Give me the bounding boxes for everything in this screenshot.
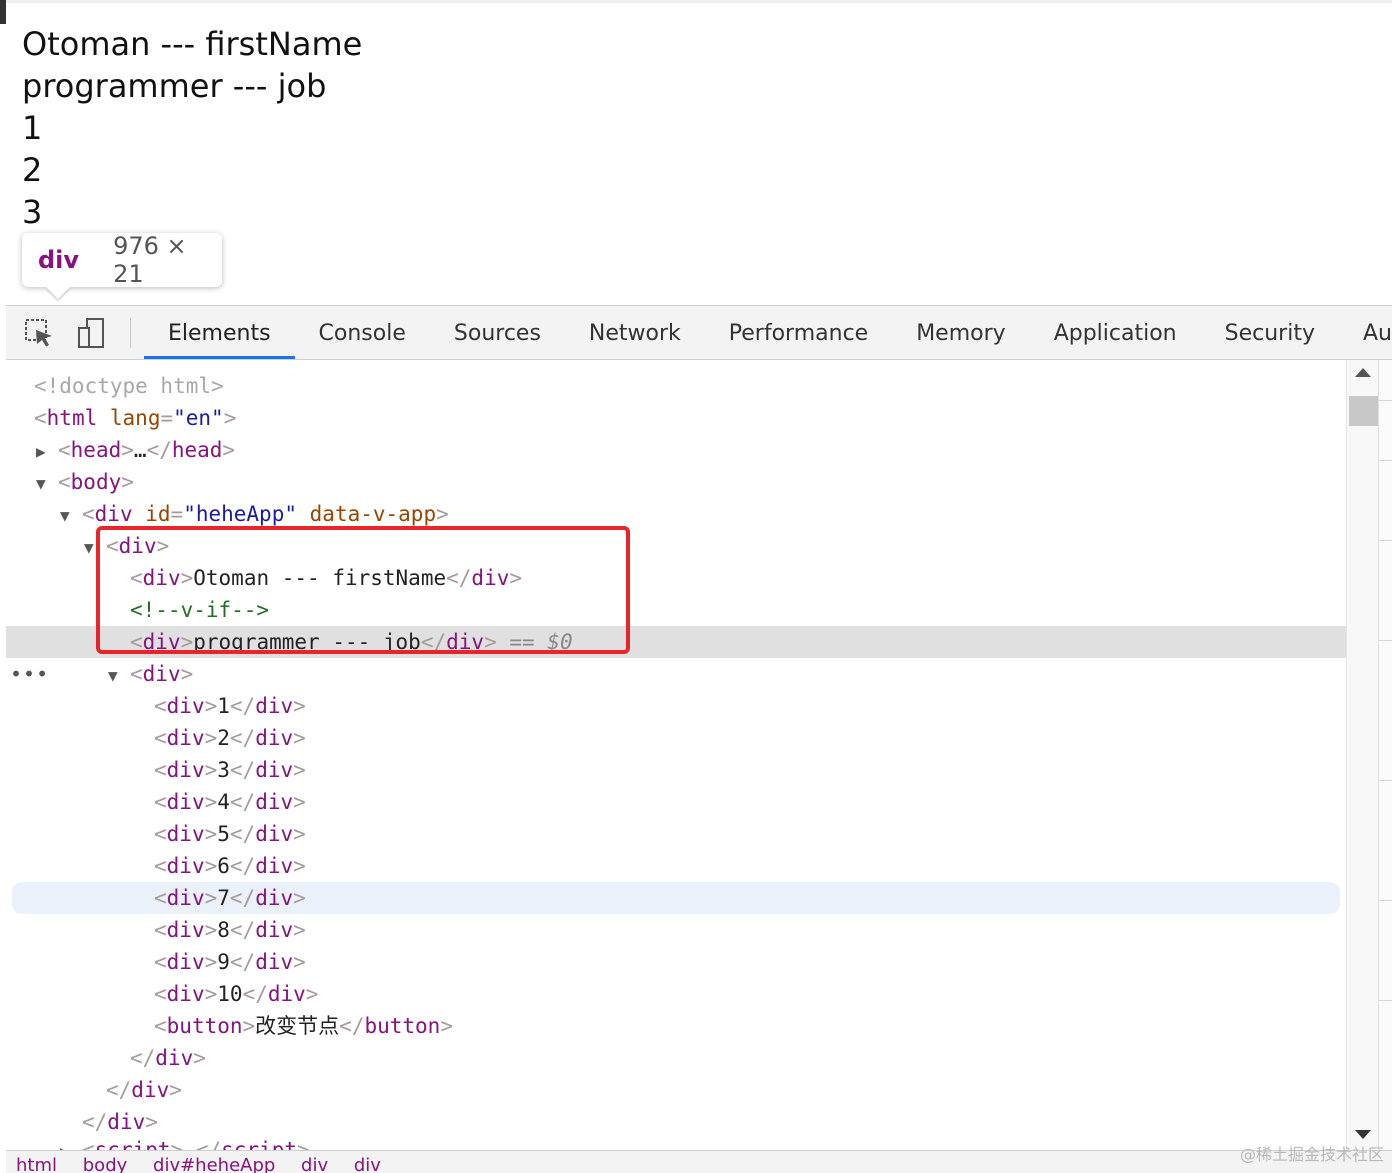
collapse-triangle-icon[interactable]: ▼ (60, 500, 82, 532)
list-item-text: 10 (217, 982, 243, 1006)
tab-performance[interactable]: Performance (705, 306, 892, 359)
toolbar-separator (130, 318, 131, 348)
list-item-text: 5 (217, 822, 230, 846)
devtools-panel: Elements Console Sources Network Perform… (6, 305, 1392, 1173)
page-line-1: 1 (22, 109, 43, 147)
page-line-2: 2 (22, 151, 43, 189)
doctype-text: <!doctype html> (34, 374, 224, 398)
tree-row-item-4[interactable]: <div>4</div> (6, 786, 1346, 818)
list-item-text: 4 (217, 790, 230, 814)
list-item-text: 8 (217, 918, 230, 942)
inspect-element-icon[interactable] (22, 316, 58, 352)
html-tag: html (46, 406, 98, 430)
highlight-annotation-box (96, 526, 630, 654)
body-tag: body (70, 470, 122, 494)
tree-row-button[interactable]: <button>改变节点</button> (6, 1010, 1346, 1042)
list-item-text: 9 (217, 950, 230, 974)
list-item-text: 6 (217, 854, 230, 878)
elements-tree: <!doctype html> <html lang="en"> ▶ <head>… (6, 360, 1346, 1150)
breadcrumb-div-selected[interactable]: div (344, 1155, 391, 1173)
watermark: @稀土掘金技术社区 (1239, 1145, 1384, 1164)
element-size-tooltip: div 976 × 21 (22, 232, 222, 288)
tree-row-item-5[interactable]: <div>5</div> (6, 818, 1346, 850)
scroll-down-arrow-icon[interactable] (1355, 1130, 1371, 1139)
script-ellipsis: … (183, 1138, 196, 1150)
expand-triangle-icon[interactable]: ▶ (60, 1136, 82, 1150)
lang-value: "en" (173, 406, 224, 430)
list-item-text: 7 (217, 886, 230, 910)
id-attr: id (145, 502, 171, 526)
tree-row-item-3[interactable]: <div>3</div> (6, 754, 1346, 786)
list-item-text: 1 (217, 694, 230, 718)
div-tag: div (94, 502, 133, 526)
tree-row-item-7-hovered[interactable]: <div>7</div> (12, 882, 1340, 914)
page-line-job: programmer --- job (22, 67, 327, 105)
tab-console[interactable]: Console (295, 306, 430, 359)
tree-row-list-div[interactable]: ▼ <div> (6, 658, 1346, 690)
button-close-tag: button (364, 1014, 441, 1038)
head-ellipsis: … (133, 438, 147, 462)
tab-elements[interactable]: Elements (144, 306, 295, 359)
breadcrumb: html body div#heheApp div div (6, 1150, 1392, 1173)
breadcrumb-app[interactable]: div#heheApp (143, 1155, 285, 1173)
breadcrumb-html[interactable]: html (6, 1155, 67, 1173)
tree-row-doctype[interactable]: <!doctype html> (6, 370, 1346, 402)
tree-row-script[interactable]: ▶<script>…</script> (6, 1134, 1346, 1150)
script-close-tag: script (221, 1138, 297, 1150)
collapse-triangle-icon[interactable]: ▼ (108, 660, 130, 692)
page-viewport: Otoman --- firstName programmer --- job … (6, 0, 1392, 308)
script-tag: script (94, 1138, 171, 1150)
breadcrumb-div[interactable]: div (291, 1155, 338, 1173)
data-v-app-attr: data-v-app (309, 502, 437, 526)
tab-application[interactable]: Application (1030, 306, 1201, 359)
tree-row-head[interactable]: ▶ <head>…</head> (6, 434, 1346, 466)
tab-security[interactable]: Security (1201, 306, 1339, 359)
tree-row-item-9[interactable]: <div>9</div> (6, 946, 1346, 978)
tree-row-item-6[interactable]: <div>6</div> (6, 850, 1346, 882)
button-tag: button (166, 1014, 243, 1038)
head-tag: head (70, 438, 122, 462)
tree-row-close-inner-div[interactable]: </div> (6, 1074, 1346, 1106)
devtools-toolbar: Elements Console Sources Network Perform… (6, 306, 1392, 360)
scroll-thumb[interactable] (1349, 396, 1379, 426)
vertical-scrollbar[interactable] (1346, 360, 1379, 1150)
tooltip-arrow (46, 287, 70, 299)
page-line-first-name: Otoman --- firstName (22, 25, 363, 63)
button-text: 改变节点 (255, 1014, 340, 1038)
lang-attr: lang (109, 406, 161, 430)
tree-row-item-8[interactable]: <div>8</div> (6, 914, 1346, 946)
devtools-tabs: Elements Console Sources Network Perform… (144, 306, 1392, 359)
tree-row-item-10[interactable]: <div>10</div> (6, 978, 1346, 1010)
list-item-text: 2 (217, 726, 230, 750)
tab-network[interactable]: Network (565, 306, 705, 359)
scroll-up-arrow-icon[interactable] (1355, 368, 1371, 377)
tree-row-body[interactable]: ▼ <body> (6, 466, 1346, 498)
tree-row-item-2[interactable]: <div>2</div> (6, 722, 1346, 754)
head-close-tag: head (171, 438, 223, 462)
tree-row-item-1[interactable]: <div>1</div> (6, 690, 1346, 722)
tab-sources[interactable]: Sources (430, 306, 565, 359)
collapse-triangle-icon[interactable]: ▼ (36, 468, 58, 500)
breadcrumb-body[interactable]: body (73, 1155, 138, 1173)
tab-memory[interactable]: Memory (892, 306, 1029, 359)
expand-triangle-icon[interactable]: ▶ (36, 436, 58, 468)
id-value: "heheApp" (183, 502, 297, 526)
tooltip-tag: div (38, 246, 80, 274)
list-item-text: 3 (217, 758, 230, 782)
tree-row-close-list-div[interactable]: </div> (6, 1042, 1346, 1074)
device-toolbar-icon[interactable] (74, 316, 110, 352)
page-line-3: 3 (22, 193, 43, 231)
div-tag: div (142, 662, 181, 686)
styles-pane-edge (1378, 360, 1392, 1150)
tooltip-size: 976 × 21 (113, 232, 187, 288)
tree-row-html[interactable]: <html lang="en"> (6, 402, 1346, 434)
tab-audits[interactable]: Audits (1339, 306, 1392, 359)
